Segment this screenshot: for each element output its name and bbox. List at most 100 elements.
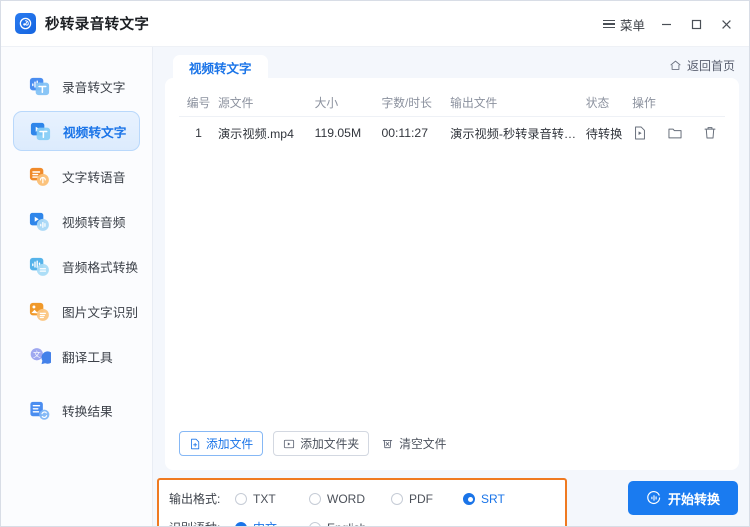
open-folder-icon[interactable] [667, 125, 683, 141]
add-file-icon [189, 438, 201, 450]
delete-icon[interactable] [702, 125, 718, 141]
radio-dot [235, 521, 247, 526]
sidebar-item-image-ocr[interactable]: 图片文字识别 [13, 291, 140, 331]
cell-actions [632, 125, 725, 141]
add-file-label: 添加文件 [206, 437, 254, 451]
output-settings-panel: 输出格式: TXT WORD PDF SRT [157, 478, 567, 527]
file-action-buttons: 添加文件 添加文件夹 清空文件 [179, 431, 456, 456]
output-format-row: 输出格式: TXT WORD PDF SRT [159, 486, 565, 511]
sidebar-item-text-to-speech[interactable]: 文字转语音 [13, 156, 140, 196]
cell-status: 待转换 [585, 127, 623, 141]
header-no: 编号 [186, 95, 211, 110]
radio-dot [235, 492, 247, 505]
sidebar-item-label: 视频转音频 [62, 215, 126, 230]
tab-label: 视频转文字 [189, 62, 252, 76]
conversion-result-icon [28, 399, 51, 422]
file-table: 编号 源文件 大小 字数/时长 输出文件 状态 操作 1 演示视频.mp4 11… [179, 88, 725, 149]
window-controls: 菜单 [597, 1, 741, 47]
back-to-home-link[interactable]: 返回首页 [669, 57, 735, 74]
sidebar-item-label: 图片文字识别 [62, 305, 139, 320]
back-to-home-label: 返回首页 [686, 59, 735, 73]
cell-source: 演示视频.mp4 [218, 127, 294, 141]
radio-dot [463, 492, 475, 505]
output-format-label: 输出格式: [169, 492, 221, 506]
svg-text:文: 文 [33, 349, 41, 359]
convert-icon [646, 490, 662, 506]
sidebar-item-label: 录音转文字 [62, 80, 126, 95]
sidebar-item-label: 转换结果 [62, 404, 113, 419]
image-ocr-icon [28, 300, 51, 323]
header-output: 输出文件 [450, 95, 498, 110]
format-option-label: PDF [409, 491, 433, 506]
format-option-txt[interactable]: TXT [235, 492, 309, 506]
tab-video-to-text[interactable]: 视频转文字 [173, 55, 268, 80]
home-icon [669, 59, 682, 72]
radio-dot [391, 492, 403, 505]
video-to-audio-icon [28, 210, 51, 233]
sidebar: 录音转文字 视频转文字 文字转语音 视频转音频 音频格式转换 图片文字识别 文 … [1, 47, 153, 526]
table-row[interactable]: 1 演示视频.mp4 119.05M 00:11:27 演示视频-秒转录音转文.… [179, 117, 725, 149]
main-content: 视频转文字 返回首页 编号 源文件 大小 字数/时长 输出文件 状态 操作 1 … [153, 47, 749, 527]
app-logo-icon [15, 13, 36, 34]
app-window: 秒转录音转文字 菜单 录音转文字 视频转文字 文字转语音 视频转音频 音频格式转… [0, 0, 750, 527]
cell-output: 演示视频-秒转录音转文... [450, 127, 586, 141]
sidebar-item-label: 翻译工具 [62, 350, 113, 365]
add-folder-button[interactable]: 添加文件夹 [273, 431, 370, 456]
language-option-english[interactable]: English [309, 521, 366, 527]
header-status: 状态 [585, 95, 610, 110]
close-button[interactable] [711, 9, 741, 39]
hamburger-icon [602, 19, 615, 29]
language-option-chinese[interactable]: 中文 [235, 519, 309, 526]
menu-button[interactable]: 菜单 [597, 12, 651, 37]
sidebar-item-video-to-text[interactable]: 视频转文字 [13, 111, 140, 151]
sidebar-item-audio-to-text[interactable]: 录音转文字 [13, 66, 140, 106]
add-file-button[interactable]: 添加文件 [179, 431, 264, 456]
file-list-card: 编号 源文件 大小 字数/时长 输出文件 状态 操作 1 演示视频.mp4 11… [165, 78, 739, 470]
format-option-word[interactable]: WORD [309, 492, 391, 506]
clear-files-button[interactable]: 清空文件 [379, 431, 456, 456]
add-folder-icon [283, 438, 295, 450]
title-bar: 秒转录音转文字 菜单 [1, 1, 749, 47]
minimize-button[interactable] [651, 9, 681, 39]
sidebar-item-label: 文字转语音 [62, 170, 126, 185]
language-label: 识别语种: [169, 519, 235, 526]
clear-files-label: 清空文件 [399, 437, 447, 451]
header-duration: 字数/时长 [381, 95, 432, 110]
table-header-row: 编号 源文件 大小 字数/时长 输出文件 状态 操作 [179, 88, 725, 117]
language-row: 识别语种: 中文 English [159, 515, 565, 527]
text-to-speech-icon [28, 165, 51, 188]
sidebar-item-label: 音频格式转换 [62, 260, 139, 275]
sidebar-item-video-to-audio[interactable]: 视频转音频 [13, 201, 140, 241]
language-option-label: English [327, 521, 366, 527]
app-title: 秒转录音转文字 [45, 17, 150, 33]
format-option-label: TXT [253, 491, 276, 506]
header-source: 源文件 [218, 95, 254, 110]
maximize-button[interactable] [681, 9, 711, 39]
header-actions: 操作 [632, 95, 656, 110]
audio-to-text-icon [28, 75, 51, 98]
radio-dot [309, 492, 321, 505]
cell-duration: 00:11:27 [381, 126, 428, 140]
sidebar-item-audio-format[interactable]: 音频格式转换 [13, 246, 140, 286]
start-conversion-button[interactable]: 开始转换 [628, 481, 738, 515]
translate-icon: 文 [28, 345, 51, 368]
video-to-text-icon [29, 120, 52, 143]
menu-button-label: 菜单 [619, 18, 645, 33]
radio-dot [309, 521, 321, 526]
format-option-label: SRT [481, 491, 505, 506]
preview-file-icon[interactable] [632, 125, 648, 141]
sidebar-item-translate[interactable]: 文 翻译工具 [13, 336, 140, 376]
sidebar-item-conversion-result[interactable]: 转换结果 [13, 390, 140, 430]
app-branding: 秒转录音转文字 [15, 13, 149, 34]
language-option-label: 中文 [253, 519, 277, 526]
start-conversion-label: 开始转换 [667, 491, 720, 507]
format-option-label: WORD [327, 491, 365, 506]
cell-size: 119.05M [314, 126, 362, 140]
audio-format-icon [28, 255, 51, 278]
tab-bar: 视频转文字 返回首页 [153, 47, 749, 80]
cell-no: 1 [195, 126, 202, 140]
format-option-srt[interactable]: SRT [463, 492, 505, 506]
format-option-pdf[interactable]: PDF [391, 492, 463, 506]
add-folder-label: 添加文件夹 [300, 437, 360, 451]
clear-files-icon [381, 437, 394, 450]
